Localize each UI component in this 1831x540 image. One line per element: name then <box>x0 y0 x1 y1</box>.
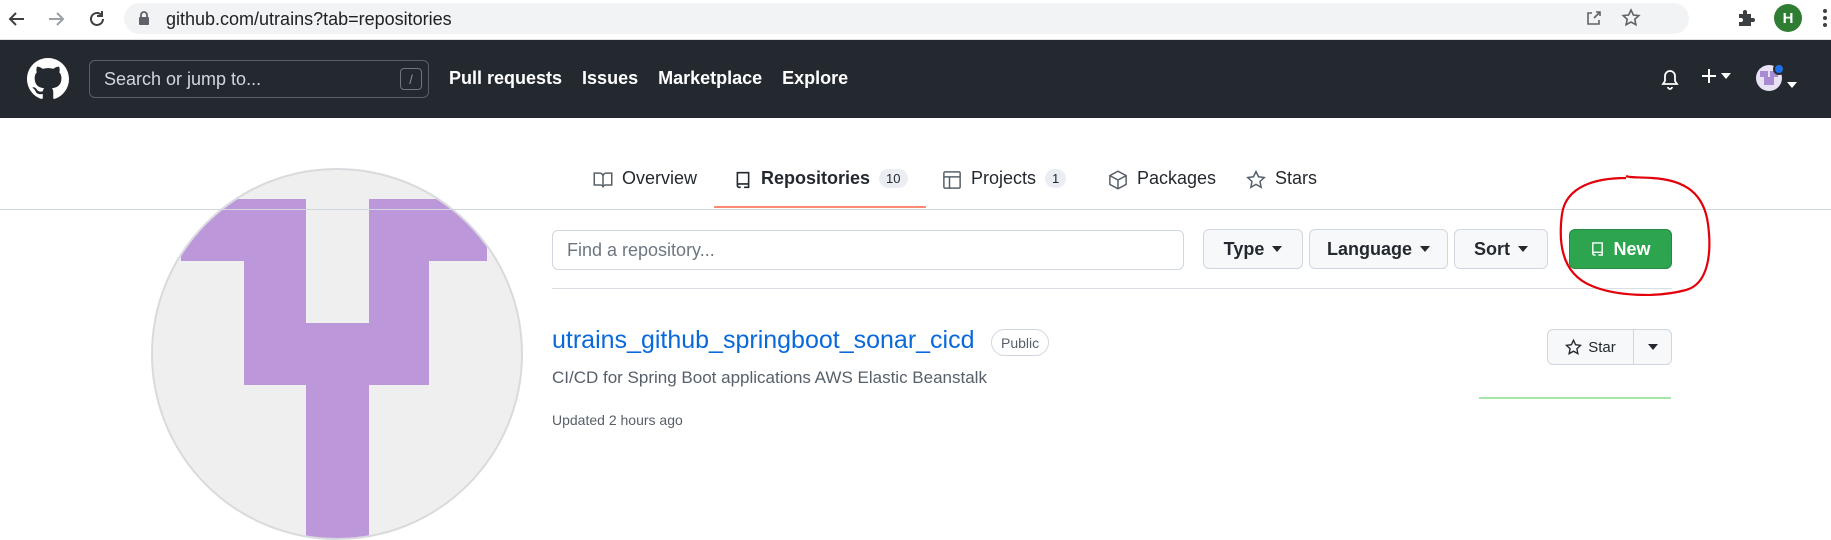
share-icon[interactable] <box>1585 9 1603 32</box>
filter-divider <box>552 288 1672 289</box>
lock-icon <box>138 11 150 31</box>
sort-filter-label: Sort <box>1474 238 1510 259</box>
url-text: github.com/utrains?tab=repositories <box>166 9 452 29</box>
language-filter-button[interactable]: Language <box>1309 229 1448 269</box>
nav-pull-requests[interactable]: Pull requests <box>449 68 562 89</box>
back-arrow-icon[interactable] <box>2 4 32 34</box>
star-button[interactable]: Star <box>1548 330 1634 364</box>
caret-down-icon <box>1647 344 1658 350</box>
activity-sparkline <box>1479 397 1671 399</box>
repo-search[interactable] <box>552 230 1184 270</box>
star-button-label: Star <box>1588 338 1616 356</box>
reload-icon[interactable] <box>82 4 112 34</box>
plus-icon <box>1702 69 1716 83</box>
caret-down-icon <box>1518 246 1528 252</box>
language-filter-label: Language <box>1326 238 1412 259</box>
tab-repositories[interactable]: Repositories 10 <box>714 166 925 210</box>
book-icon <box>593 172 613 188</box>
repo-name-link[interactable]: utrains_github_springboot_sonar_cicd <box>552 326 975 355</box>
type-filter-label: Type <box>1223 238 1265 259</box>
red-circle-annotation <box>1559 174 1711 297</box>
github-logo-icon[interactable] <box>27 58 69 105</box>
github-header: / Pull requests Issues Marketplace Explo… <box>0 40 1831 118</box>
type-filter-button[interactable]: Type <box>1203 229 1303 269</box>
tab-projects-label: Projects <box>971 168 1037 188</box>
tab-projects-count: 1 <box>1045 169 1067 188</box>
avatar-caret-down-icon[interactable] <box>1787 75 1797 93</box>
tab-overview-label: Overview <box>622 168 698 188</box>
repo-icon <box>736 171 750 189</box>
header-nav: Pull requests Issues Marketplace Explore <box>449 68 848 89</box>
tab-projects[interactable]: Projects 1 <box>942 166 1067 210</box>
profile-avatar <box>151 168 523 540</box>
user-status-dot <box>1773 63 1785 75</box>
nav-explore[interactable]: Explore <box>782 68 848 89</box>
tab-packages[interactable]: Packages <box>1108 166 1216 210</box>
address-bar[interactable]: github.com/utrains?tab=repositories <box>124 3 1689 34</box>
global-search[interactable]: / <box>89 60 429 98</box>
create-new-dropdown[interactable] <box>1700 67 1731 85</box>
browser-profile-avatar[interactable]: H <box>1774 4 1802 32</box>
table-icon <box>943 171 961 189</box>
browser-toolbar: github.com/utrains?tab=repositories H <box>0 0 1831 40</box>
sort-filter-button[interactable]: Sort <box>1454 229 1548 269</box>
star-icon <box>1565 338 1583 355</box>
tab-repositories-count: 10 <box>879 169 908 188</box>
forward-arrow-icon[interactable] <box>41 4 71 34</box>
extensions-puzzle-icon[interactable] <box>1736 6 1758 33</box>
caret-down-icon <box>1272 246 1283 252</box>
star-icon <box>1246 170 1266 189</box>
repo-updated: Updated 2 hours ago <box>552 412 683 428</box>
tab-packages-label: Packages <box>1137 168 1217 188</box>
nav-issues[interactable]: Issues <box>582 68 638 89</box>
caret-down-icon <box>1721 73 1731 79</box>
caret-down-icon <box>1420 246 1430 252</box>
star-button-group: Star <box>1547 329 1672 365</box>
tab-stars-label: Stars <box>1275 168 1318 188</box>
visibility-badge: Public <box>991 329 1050 356</box>
notifications-bell-icon[interactable] <box>1660 69 1680 96</box>
browser-menu-icon[interactable] <box>1818 6 1831 30</box>
star-list-dropdown[interactable] <box>1634 330 1671 364</box>
tab-repositories-label: Repositories <box>761 168 871 188</box>
repo-description: CI/CD for Spring Boot applications AWS E… <box>552 368 987 387</box>
nav-marketplace[interactable]: Marketplace <box>658 68 762 89</box>
repo-search-input[interactable] <box>567 240 1167 261</box>
tab-overview[interactable]: Overview <box>593 166 697 210</box>
package-icon <box>1109 170 1127 190</box>
bookmark-star-icon[interactable] <box>1621 8 1641 33</box>
search-shortcut-key: / <box>400 68 422 90</box>
tab-stars[interactable]: Stars <box>1246 166 1317 210</box>
global-search-input[interactable] <box>104 69 384 90</box>
